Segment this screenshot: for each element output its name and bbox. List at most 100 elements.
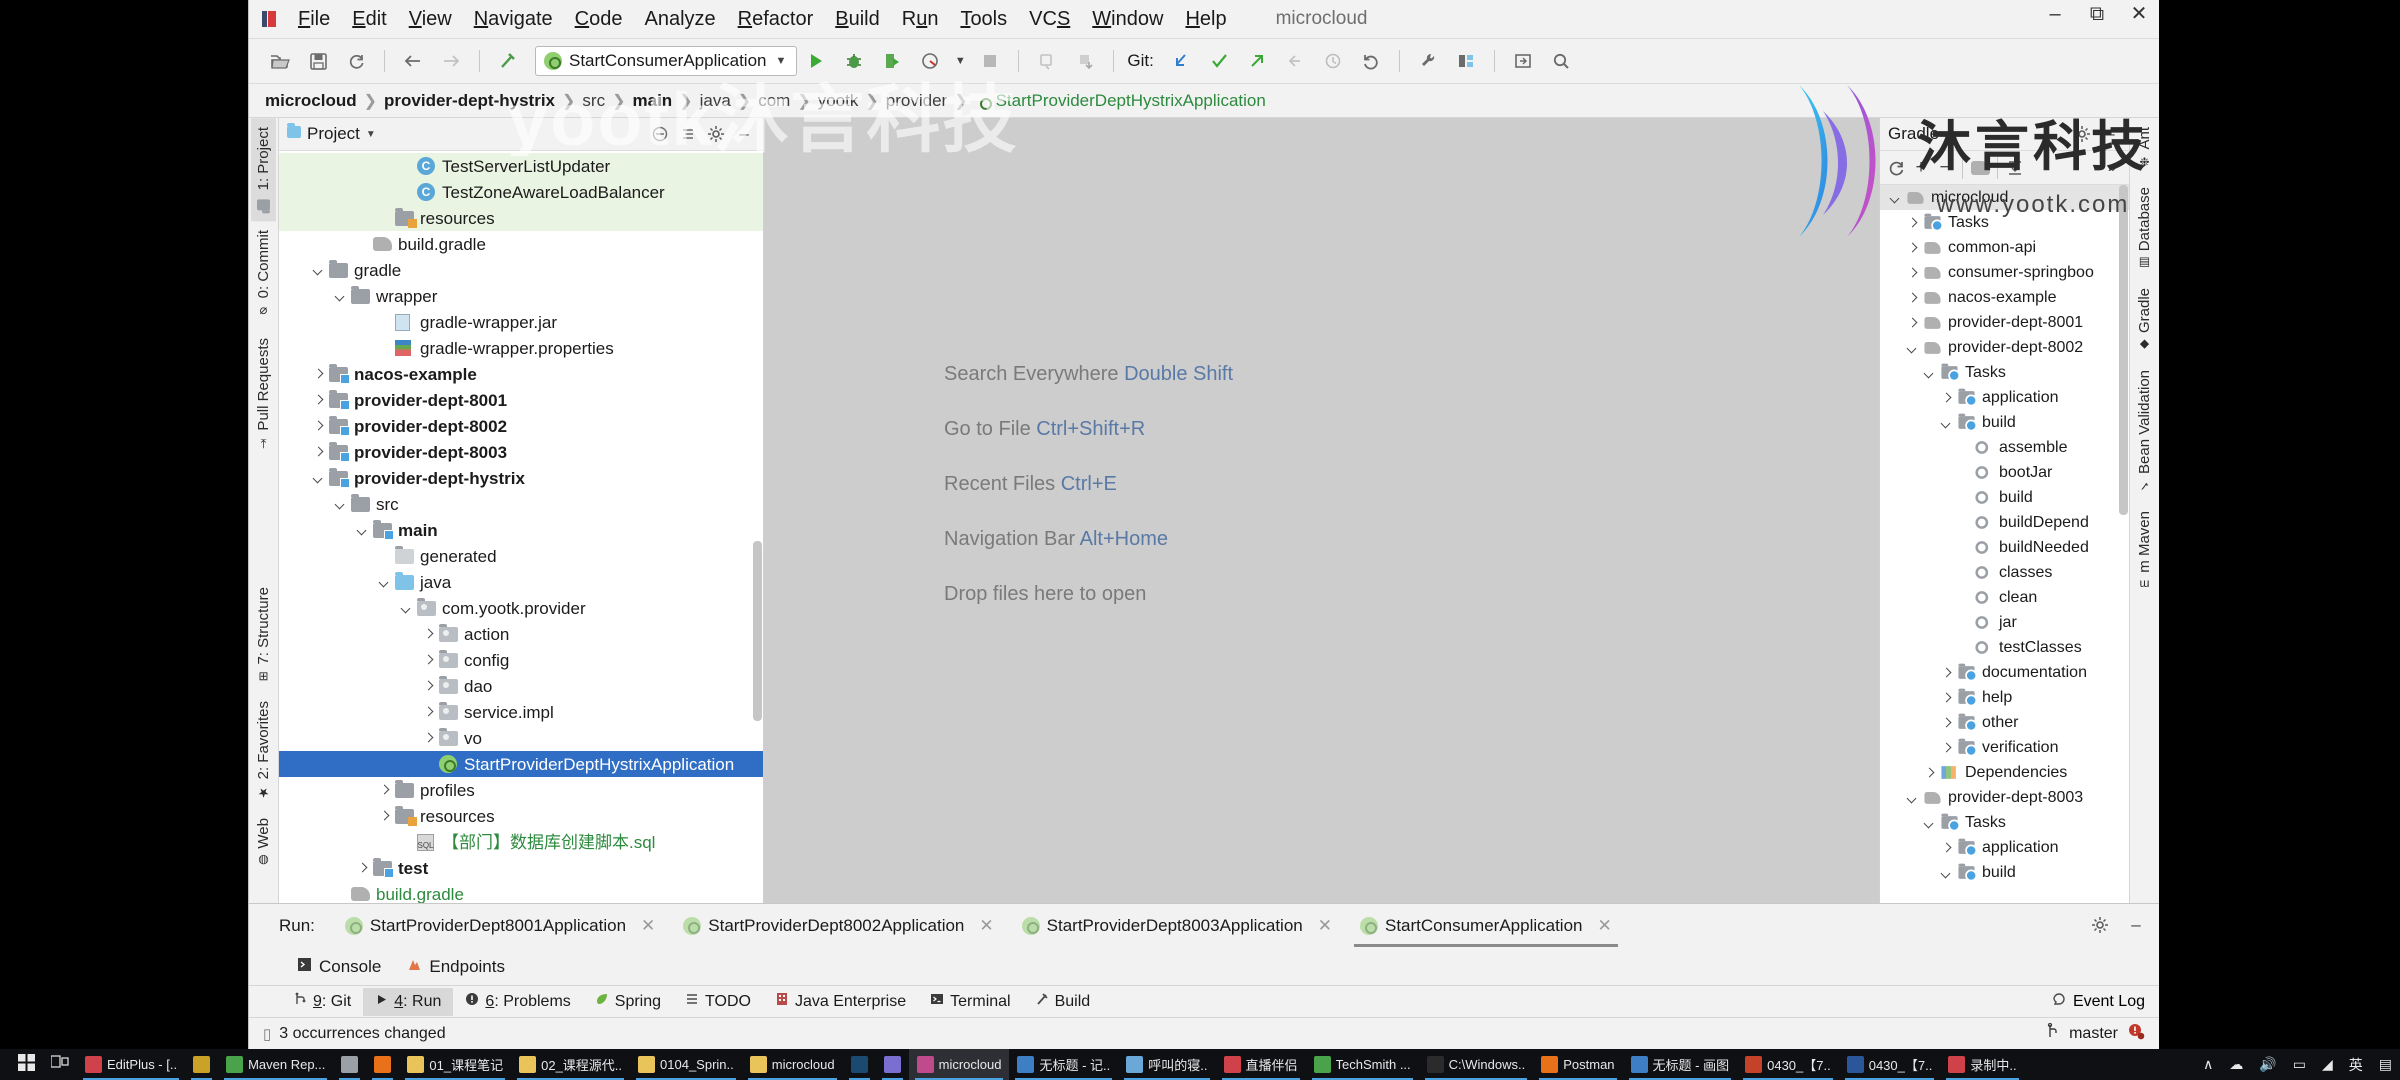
run-configuration-selector[interactable]: StartConsumerApplication ▼	[535, 46, 798, 76]
sidebar-tab-maven[interactable]: mm Maven	[2132, 502, 2157, 601]
taskbar-item[interactable]	[333, 1049, 366, 1080]
project-tree-row[interactable]: provider-dept-hystrix	[279, 465, 763, 491]
taskbar-item[interactable]: TechSmith ...	[1306, 1049, 1419, 1080]
chevron-right-icon[interactable]	[355, 860, 371, 876]
expand-collapse-icon[interactable]	[2004, 157, 2026, 179]
gradle-tree-row[interactable]: provider-dept-8003	[1880, 785, 2129, 810]
gradle-tree-row[interactable]: microcloud	[1880, 185, 2129, 210]
taskbar-item[interactable]	[843, 1049, 876, 1080]
gradle-tree-row[interactable]: common-api	[1880, 235, 2129, 260]
taskbar-item[interactable]: microcloud	[742, 1049, 843, 1080]
chevron-down-icon[interactable]	[333, 496, 349, 512]
gradle-tree-row[interactable]: Tasks	[1880, 210, 2129, 235]
chevron-right-icon[interactable]	[1905, 290, 1921, 306]
gradle-tree-row[interactable]: provider-dept-8001	[1880, 310, 2129, 335]
menu-refactor[interactable]: Refactor	[727, 6, 825, 32]
breadcrumb-item-5[interactable]: com	[758, 91, 790, 111]
tray-chevron-icon[interactable]: ∧	[2203, 1056, 2213, 1073]
tray-cloud-icon[interactable]: ☁	[2229, 1056, 2243, 1073]
git-rollback-icon[interactable]	[1356, 46, 1386, 76]
project-tree-row[interactable]: C TestServerListUpdater	[279, 153, 763, 179]
gradle-tree-row[interactable]: documentation	[1880, 660, 2129, 685]
taskbar-item[interactable]	[185, 1049, 218, 1080]
chevron-down-icon[interactable]	[1888, 190, 1904, 206]
event-log-button[interactable]: Event Log	[2052, 992, 2145, 1012]
chevron-right-icon[interactable]	[1939, 690, 1955, 706]
gradle-tree-row[interactable]: other	[1880, 710, 2129, 735]
project-tree-row[interactable]: gradle-wrapper.jar	[279, 309, 763, 335]
taskbar-item[interactable]	[366, 1049, 399, 1080]
project-structure-icon[interactable]	[1451, 46, 1481, 76]
tool-tab-terminal[interactable]: Terminal	[918, 987, 1022, 1016]
remove-icon[interactable]: −	[1934, 157, 1956, 179]
gradle-tree-row[interactable]: bootJar	[1880, 460, 2129, 485]
chevron-down-icon[interactable]	[1922, 365, 1938, 381]
chevron-right-icon[interactable]	[311, 444, 327, 460]
gradle-tree-row[interactable]: help	[1880, 685, 2129, 710]
subtab-console[interactable]: Console	[297, 957, 381, 977]
chevron-right-icon[interactable]	[311, 418, 327, 434]
project-tree-row[interactable]: C TestZoneAwareLoadBalancer	[279, 179, 763, 205]
windows-start-button[interactable]	[10, 1049, 43, 1080]
tool-tab-java-enterprise[interactable]: Java Enterprise	[763, 987, 918, 1016]
git-commit-icon[interactable]	[1204, 46, 1234, 76]
hide-icon[interactable]: –	[2125, 914, 2147, 936]
gradle-tree-row[interactable]: assemble	[1880, 435, 2129, 460]
add-icon[interactable]: +	[1910, 157, 1932, 179]
project-tree-row[interactable]: config	[279, 647, 763, 673]
run-tab-8003[interactable]: StartProviderDept8003Application ✕	[1008, 905, 1346, 947]
run-tab-consumer[interactable]: StartConsumerApplication ✕	[1346, 905, 1626, 947]
git-update-project-icon[interactable]	[1166, 46, 1196, 76]
close-icon[interactable]: ✕	[1318, 916, 1332, 936]
execute-gradle-task-icon[interactable]	[1969, 157, 1991, 179]
gradle-tree-row[interactable]: consumer-springboo	[1880, 260, 2129, 285]
breadcrumb-item-4[interactable]: java	[700, 91, 731, 111]
project-tree[interactable]: C TestServerListUpdater C TestZoneAwareLoad…	[279, 151, 763, 903]
tray-ime-icon[interactable]: ◢	[2322, 1056, 2333, 1073]
project-tree-row[interactable]: build.gradle	[279, 231, 763, 257]
project-tree-row[interactable]: resources	[279, 803, 763, 829]
project-tree-row[interactable]: provider-dept-8003	[279, 439, 763, 465]
project-tree-row[interactable]: service.impl	[279, 699, 763, 725]
close-icon[interactable]: ✕	[641, 916, 655, 936]
sidebar-tab-gradle[interactable]: ◆ Gradle	[2132, 279, 2157, 361]
taskbar-item[interactable]: 呼叫的寝..	[1118, 1049, 1215, 1080]
gradle-tree-row[interactable]: Dependencies	[1880, 760, 2129, 785]
tool-tab-git[interactable]: 9: Git	[281, 987, 363, 1016]
subtab-endpoints[interactable]: Endpoints	[407, 957, 505, 977]
menu-navigate[interactable]: Navigate	[463, 6, 564, 32]
sidebar-tab-project[interactable]: 1: Project	[251, 118, 276, 222]
sidebar-tab-commit[interactable]: ⌀ 0: Commit	[251, 221, 276, 328]
notification-error-icon[interactable]	[2127, 1022, 2145, 1045]
run-tab-8002[interactable]: StartProviderDept8002Application ✕	[669, 905, 1007, 947]
git-branch-label[interactable]: master	[2069, 1025, 2118, 1043]
gradle-tree-row[interactable]: jar	[1880, 610, 2129, 635]
chevron-down-icon[interactable]	[311, 470, 327, 486]
taskbar-item[interactable]: 0430_【7..	[1737, 1049, 1839, 1080]
chevron-right-icon[interactable]	[1905, 240, 1921, 256]
gradle-tree-row[interactable]: build	[1880, 410, 2129, 435]
chevron-down-icon[interactable]	[1939, 415, 1955, 431]
tool-tab-spring[interactable]: Spring	[583, 987, 673, 1016]
taskbar-item[interactable]: microcloud	[908, 1049, 1010, 1080]
chevron-right-icon[interactable]	[377, 808, 393, 824]
gear-icon[interactable]	[705, 123, 727, 145]
git-push-icon[interactable]	[1242, 46, 1272, 76]
breadcrumb-item-6[interactable]: yootk	[818, 91, 859, 111]
gradle-tree-row[interactable]: verification	[1880, 735, 2129, 760]
gradle-tree[interactable]: microcloud Tasks common-api consumer-spring…	[1880, 185, 2129, 903]
gradle-tree-row[interactable]: buildDepend	[1880, 510, 2129, 535]
taskbar-item[interactable]: Postman	[1533, 1049, 1622, 1080]
project-tree-row[interactable]: action	[279, 621, 763, 647]
project-tree-row[interactable]: main	[279, 517, 763, 543]
minimize-button[interactable]: –	[2045, 4, 2065, 24]
chevron-right-icon[interactable]	[1922, 765, 1938, 781]
breadcrumb-item-3[interactable]: main	[633, 91, 673, 111]
chevron-down-icon[interactable]	[1905, 790, 1921, 806]
sidebar-tab-ant[interactable]: ❉ Ant	[2132, 118, 2157, 178]
chevron-right-icon[interactable]	[1939, 715, 1955, 731]
gradle-tree-scrollbar[interactable]	[2119, 185, 2128, 515]
tray-notifications-icon[interactable]: ▤	[2379, 1056, 2392, 1073]
close-icon[interactable]: ✕	[979, 916, 993, 936]
chevron-right-icon[interactable]	[311, 392, 327, 408]
